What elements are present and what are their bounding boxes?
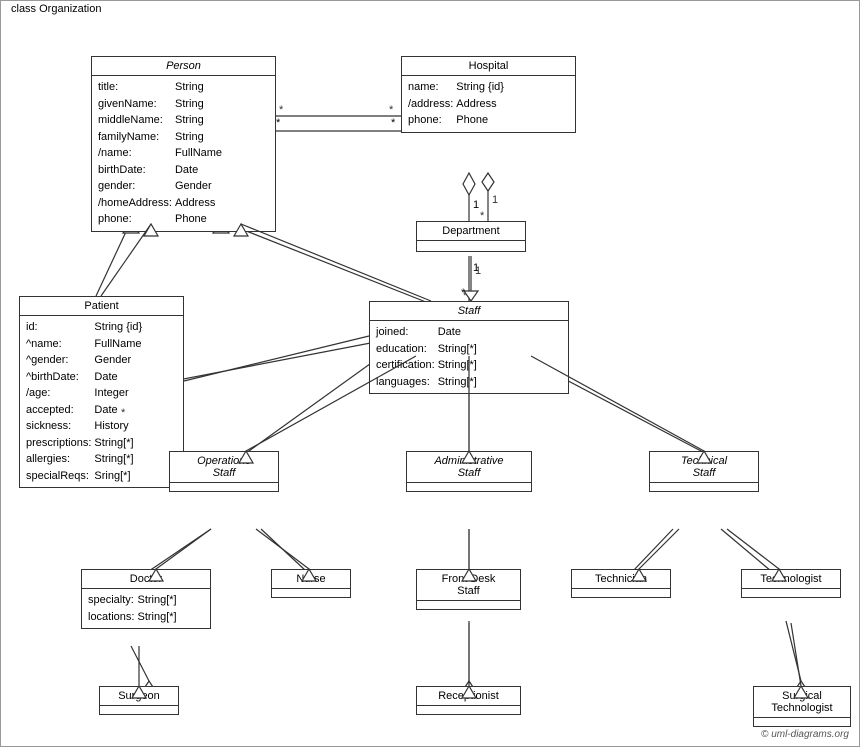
copyright-label: © uml-diagrams.org [761, 729, 849, 740]
technologist-header: Technologist [742, 570, 840, 589]
person-name: Person [166, 60, 201, 72]
front-desk-staff-body [417, 601, 520, 609]
administrative-staff-class: AdministrativeStaff [406, 451, 532, 492]
staff-header: Staff [370, 302, 568, 321]
technical-staff-header: TechnicalStaff [650, 452, 758, 483]
person-class: Person title:String givenName:String mid… [91, 56, 276, 232]
svg-text:*: * [276, 117, 281, 129]
surgeon-body [100, 706, 178, 714]
svg-text:1: 1 [473, 199, 479, 211]
operations-staff-class: OperationsStaff [169, 451, 279, 492]
technical-staff-body [650, 483, 758, 491]
surgical-technologist-body [754, 718, 850, 726]
doctor-header: Doctor [82, 570, 210, 589]
technical-staff-name: TechnicalStaff [681, 455, 727, 479]
patient-header: Patient [20, 297, 183, 316]
technician-header: Technician [572, 570, 670, 589]
receptionist-body [417, 706, 520, 714]
department-header: Department [417, 222, 525, 241]
svg-text:*: * [391, 117, 396, 129]
svg-text:1: 1 [473, 262, 479, 274]
surgeon-class: Surgeon [99, 686, 179, 715]
diagram-title: class Organization [7, 3, 106, 15]
staff-body: joined:Date education:String[*] certific… [370, 321, 568, 393]
svg-text:1: 1 [475, 265, 481, 277]
receptionist-class: Receptionist [416, 686, 521, 715]
receptionist-header: Receptionist [417, 687, 520, 706]
surgeon-header: Surgeon [100, 687, 178, 706]
hospital-header: Hospital [402, 57, 575, 76]
person-header: Person [92, 57, 275, 76]
doctor-body: specialty:String[*] locations:String[*] [82, 589, 210, 628]
patient-class: Patient id:String {id} ^name:FullName ^g… [19, 296, 184, 488]
department-body [417, 241, 525, 251]
technologist-class: Technologist [741, 569, 841, 598]
administrative-staff-body [407, 483, 531, 491]
technical-staff-class: TechnicalStaff [649, 451, 759, 492]
person-body: title:String givenName:String middleName… [92, 76, 275, 231]
surgical-technologist-header: SurgicalTechnologist [754, 687, 850, 718]
technologist-body [742, 589, 840, 597]
patient-body: id:String {id} ^name:FullName ^gender:Ge… [20, 316, 183, 487]
diagram-container: class Organization * * 1 * 1 * * [0, 0, 860, 747]
administrative-staff-name: AdministrativeStaff [434, 455, 503, 479]
technician-class: Technician [571, 569, 671, 598]
doctor-class: Doctor specialty:String[*] locations:Str… [81, 569, 211, 629]
nurse-class: Nurse [271, 569, 351, 598]
hospital-body: name:String {id} /address:Address phone:… [402, 76, 575, 132]
svg-text:1: 1 [492, 194, 498, 206]
technician-body [572, 589, 670, 597]
surgical-technologist-class: SurgicalTechnologist [753, 686, 851, 727]
operations-staff-body [170, 483, 278, 491]
nurse-body [272, 589, 350, 597]
svg-text:*: * [461, 287, 466, 299]
staff-name: Staff [458, 305, 481, 317]
hospital-class: Hospital name:String {id} /address:Addre… [401, 56, 576, 133]
svg-text:*: * [279, 104, 284, 116]
nurse-header: Nurse [272, 570, 350, 589]
operations-staff-name: OperationsStaff [197, 455, 251, 479]
svg-text:*: * [389, 104, 394, 116]
staff-class: Staff joined:Date education:String[*] ce… [369, 301, 569, 394]
department-class: Department [416, 221, 526, 252]
administrative-staff-header: AdministrativeStaff [407, 452, 531, 483]
operations-staff-header: OperationsStaff [170, 452, 278, 483]
front-desk-staff-header: Front DeskStaff [417, 570, 520, 601]
front-desk-staff-class: Front DeskStaff [416, 569, 521, 610]
